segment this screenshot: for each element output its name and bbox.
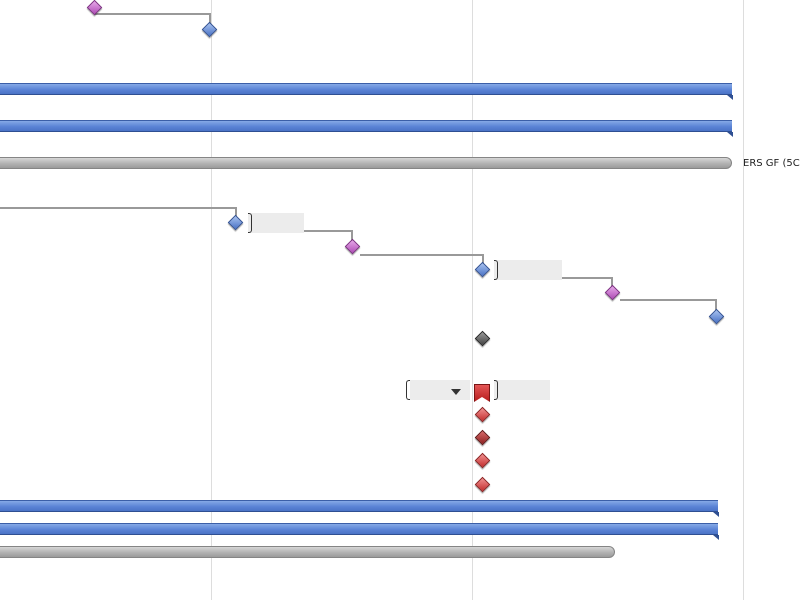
milestone-diamond-icon[interactable]	[344, 238, 361, 255]
dependency-link	[95, 13, 211, 24]
milestone-slack-box	[494, 260, 562, 280]
dependency-link	[0, 207, 237, 216]
range-bracket	[248, 213, 252, 233]
milestone-diamond-icon[interactable]	[474, 429, 491, 446]
milestone-diamond-icon[interactable]	[474, 406, 491, 423]
summary-bar[interactable]	[0, 546, 615, 558]
gantt-chart-area[interactable]: ERS GF (5C	[0, 0, 800, 600]
task-bar[interactable]	[0, 83, 733, 100]
summary-bar[interactable]	[0, 157, 732, 169]
gridline	[743, 0, 744, 600]
milestone-diamond-icon[interactable]	[474, 261, 491, 278]
date-range-selector[interactable]	[410, 380, 470, 400]
milestone-diamond-icon[interactable]	[201, 21, 218, 38]
milestone-diamond-icon[interactable]	[604, 284, 621, 301]
milestone-diamond-icon[interactable]	[227, 214, 244, 231]
milestone-diamond-icon[interactable]	[86, 0, 103, 16]
range-bracket	[494, 380, 498, 400]
milestone-diamond-icon[interactable]	[708, 308, 725, 325]
summary-bar-label: ERS GF (5C	[743, 158, 800, 169]
milestone-diamond-icon[interactable]	[474, 330, 491, 347]
flag-icon[interactable]	[474, 384, 490, 402]
milestone-diamond-icon[interactable]	[474, 476, 491, 493]
range-bracket	[494, 260, 498, 280]
triangle-down-icon[interactable]	[451, 389, 461, 395]
task-bar[interactable]	[0, 500, 719, 517]
range-bracket	[406, 380, 410, 400]
milestone-diamond-icon[interactable]	[474, 452, 491, 469]
dependency-link	[360, 254, 484, 264]
milestone-slack-box	[248, 213, 304, 233]
dependency-link	[620, 299, 717, 310]
task-bar[interactable]	[0, 523, 719, 540]
milestone-slack-box	[494, 380, 550, 400]
task-bar[interactable]	[0, 120, 733, 137]
